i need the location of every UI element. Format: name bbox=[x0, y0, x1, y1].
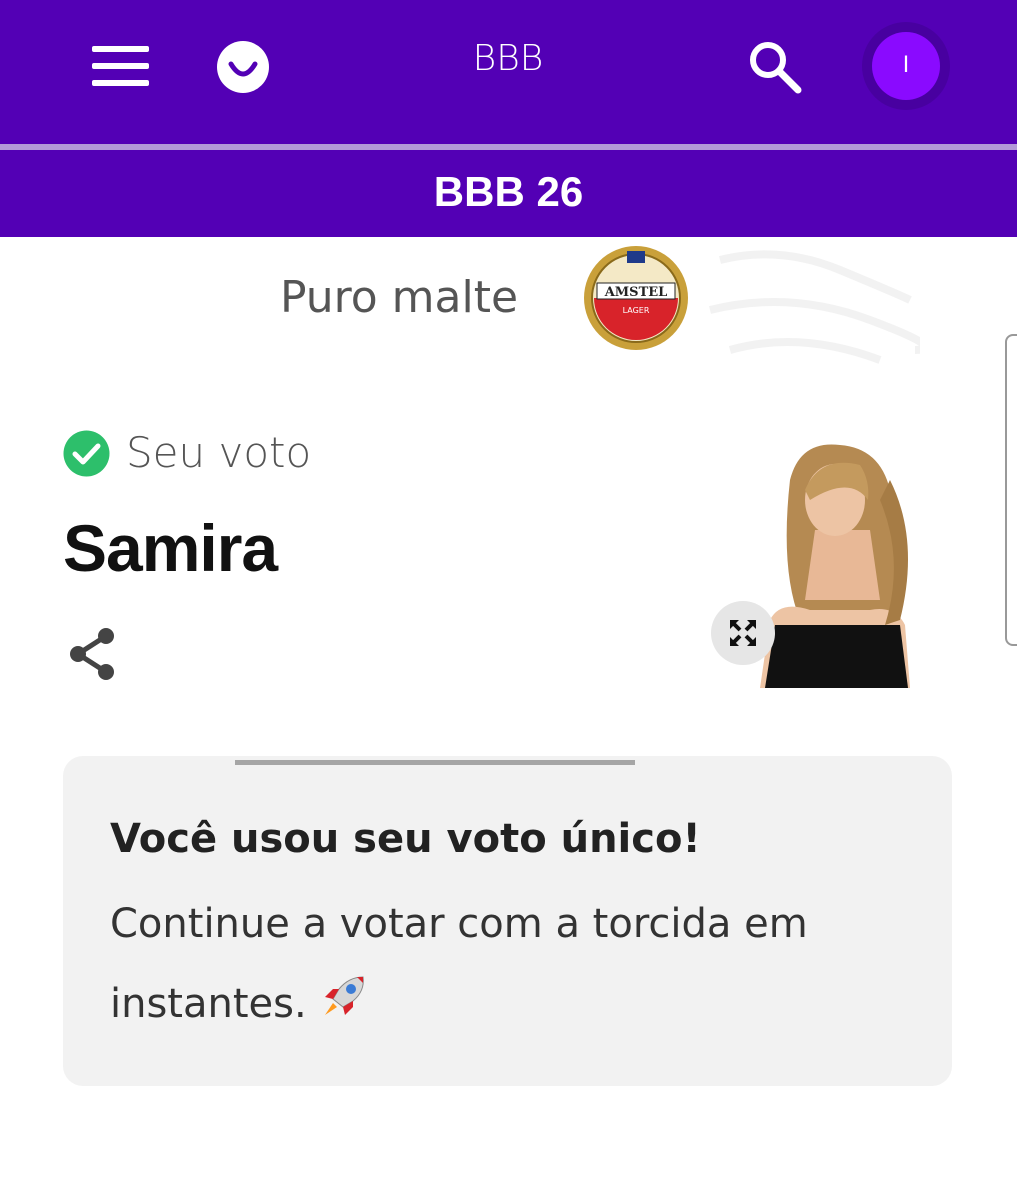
vote-notice-card: Você usou seu voto único! Continue a vot… bbox=[63, 756, 952, 1086]
vote-label: Seu voto bbox=[126, 428, 312, 477]
notice-body-text: Continue a votar com a torcida em instan… bbox=[110, 901, 808, 1027]
menu-icon[interactable] bbox=[86, 40, 156, 92]
faded-watermark bbox=[709, 250, 920, 364]
badge-sub: LAGER bbox=[623, 306, 650, 315]
search-icon[interactable] bbox=[744, 36, 806, 98]
notice-body: Continue a votar com a torcida em instan… bbox=[110, 884, 900, 1044]
expand-icon[interactable] bbox=[711, 601, 775, 665]
avatar: I bbox=[872, 32, 940, 100]
avatar-button[interactable]: I bbox=[862, 22, 950, 110]
candidate-name: Samira bbox=[63, 511, 278, 585]
card-drag-bar bbox=[235, 760, 635, 765]
top-app-bar: BBB I bbox=[0, 0, 1017, 144]
section-bar: BBB 26 bbox=[0, 150, 1017, 237]
sponsor-tagline: Puro malte bbox=[280, 272, 519, 323]
check-circle-icon bbox=[63, 430, 110, 477]
share-icon[interactable] bbox=[66, 626, 118, 682]
logo-icon[interactable] bbox=[216, 40, 270, 94]
app-title: BBB bbox=[472, 38, 544, 79]
rocket-icon bbox=[325, 976, 365, 1015]
section-title: BBB 26 bbox=[433, 168, 584, 215]
amstel-logo: AMSTEL LAGER bbox=[584, 246, 688, 350]
side-panel-handle[interactable] bbox=[1005, 334, 1017, 646]
notice-title: Você usou seu voto único! bbox=[110, 816, 701, 862]
badge-brand: AMSTEL bbox=[604, 285, 668, 300]
